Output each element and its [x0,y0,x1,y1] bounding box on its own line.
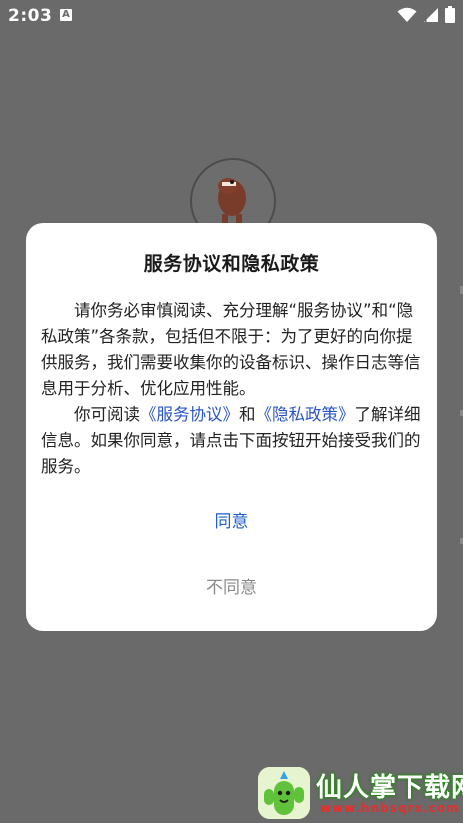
watermark: 仙人掌下载网 www.hnbsqrx.com [258,765,463,821]
disagree-button[interactable]: 不同意 [26,573,437,603]
notification-icon: A [60,9,72,21]
battery-icon [445,6,455,23]
signal-icon [424,7,438,22]
privacy-dialog: 服务协议和隐私政策 请你务必审慎阅读、充分理解“服务协议”和“隐私政策”各条款，… [26,223,437,631]
dialog-body: 请你务必审慎阅读、充分理解“服务协议”和“隐私政策”各条款，包括但不限于：为了更… [41,298,427,480]
watermark-url: www.hnbsqrx.com [320,801,460,815]
status-bar: 2:03 A [0,0,463,32]
dialog-title: 服务协议和隐私政策 [143,253,320,275]
dialog-paragraph-2: 你可阅读《服务协议》和《隐私政策》了解详细信息。如果你同意，请点击下面按钮开始接… [41,402,427,480]
paragraph-2-and: 和 [239,405,256,424]
privacy-policy-link[interactable]: 《隐私政策》 [256,405,355,424]
dialog-paragraph-1: 请你务必审慎阅读、充分理解“服务协议”和“隐私政策”各条款，包括但不限于：为了更… [41,301,421,398]
wifi-icon [397,7,417,22]
paragraph-2-prefix: 你可阅读 [74,405,140,424]
status-icons [397,6,455,23]
watermark-title: 仙人掌下载网 [316,773,463,803]
screen: 2:03 A 服务协议和隐私政策 请你务必审慎阅读、充分理解“服务协议”和“隐私… [0,0,463,823]
cactus-icon [258,767,310,819]
service-agreement-link[interactable]: 《服务协议》 [140,405,239,424]
agree-button[interactable]: 同意 [26,507,437,537]
status-time: 2:03 [8,6,53,26]
